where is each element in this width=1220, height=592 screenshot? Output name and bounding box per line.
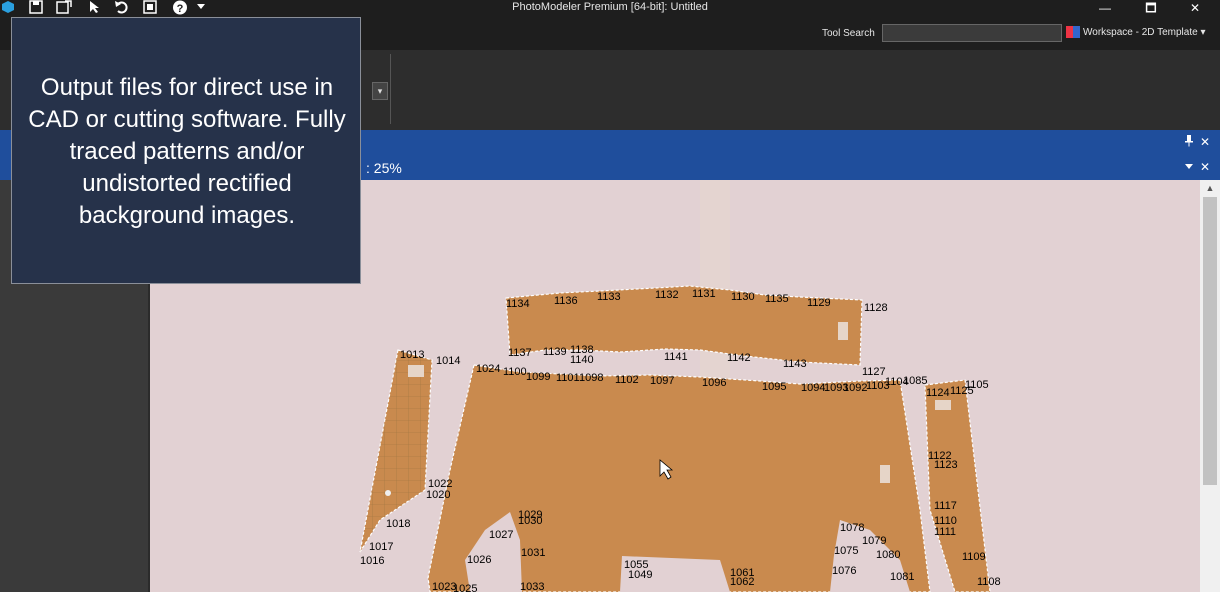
point-label: 1092 <box>843 382 867 394</box>
point-label: 1017 <box>369 541 393 553</box>
doc-menu-chevron-icon[interactable] <box>1184 160 1194 174</box>
zoom-label: : 25% <box>366 160 402 176</box>
point-label: 1111 <box>934 526 956 538</box>
point-label: 1027 <box>489 529 513 541</box>
app-logo-icon[interactable] <box>0 0 16 15</box>
point-label: 1140 <box>570 354 594 366</box>
point-label: 1117 <box>934 500 957 512</box>
point-label: 1098 <box>579 372 603 384</box>
point-label: 1024 <box>476 363 500 375</box>
save-icon[interactable] <box>28 0 44 15</box>
point-label: 1130 <box>731 291 755 303</box>
point-label: 1134 <box>506 298 530 310</box>
point-label: 1026 <box>467 554 491 566</box>
scroll-up-arrow-icon[interactable]: ▲ <box>1203 182 1217 194</box>
point-label: 1078 <box>840 522 864 534</box>
point-label: 1014 <box>436 355 460 367</box>
svg-text:?: ? <box>177 3 184 15</box>
help-icon[interactable]: ? <box>172 0 188 15</box>
point-label: 1142 <box>727 352 751 364</box>
point-label: 1139 <box>543 346 567 358</box>
point-label: 1018 <box>386 518 410 530</box>
close-button[interactable]: ✕ <box>1180 0 1210 17</box>
scrollbar-thumb[interactable] <box>1203 197 1217 485</box>
point-label: 1095 <box>762 381 786 393</box>
point-label: 1141 <box>664 351 688 363</box>
point-label: 1105 <box>965 379 989 391</box>
point-label: 1097 <box>650 375 674 387</box>
point-label: 1132 <box>655 289 679 301</box>
doc-close-button[interactable]: ✕ <box>1200 160 1210 174</box>
chevron-down-icon[interactable] <box>193 0 209 15</box>
point-label: 1127 <box>862 366 886 378</box>
point-label: 1076 <box>832 565 856 577</box>
point-label: 1100 <box>503 366 527 378</box>
point-label: 1096 <box>702 377 726 389</box>
point-label: 1085 <box>903 375 927 387</box>
point-label: 1143 <box>783 358 807 370</box>
point-label: 1101 <box>556 372 580 384</box>
point-label: 1025 <box>453 583 477 592</box>
pin-icon[interactable] <box>1184 135 1194 150</box>
point-label: 1135 <box>765 293 789 305</box>
point-label: 1128 <box>864 302 888 314</box>
point-label: 1020 <box>426 489 450 501</box>
layout-icon[interactable] <box>142 0 158 15</box>
maximize-button[interactable]: 🗖 <box>1136 0 1166 17</box>
point-label: 1109 <box>962 551 986 563</box>
point-label: 1075 <box>834 545 858 557</box>
point-label: 1108 <box>977 576 1001 588</box>
point-label: 1081 <box>890 571 914 583</box>
undo-icon[interactable] <box>114 0 130 15</box>
point-label: 1099 <box>526 371 550 383</box>
point-label: 1079 <box>862 535 886 547</box>
ribbon-separator <box>390 54 391 124</box>
point-label: 1033 <box>520 581 544 592</box>
workspace-selector[interactable]: Workspace - 2D Template ▾ <box>1066 24 1206 42</box>
point-label: 1080 <box>876 549 900 561</box>
tooltip-text: Output files for direct use in CAD or cu… <box>28 74 346 229</box>
point-label: 1136 <box>554 295 578 307</box>
point-label: 1031 <box>521 547 545 559</box>
point-label: 1129 <box>807 297 831 309</box>
point-label: 1013 <box>400 349 424 361</box>
workspace-icon <box>1066 26 1080 39</box>
point-label: 1062 <box>730 576 754 588</box>
workspace-label: Workspace - 2D Template <box>1083 27 1198 38</box>
tool-search-label: Tool Search <box>822 28 875 39</box>
tool-search-input[interactable] <box>882 24 1062 42</box>
chevron-down-icon: ▾ <box>1197 27 1206 38</box>
panel-close-button[interactable]: ✕ <box>1200 135 1210 149</box>
point-label: 1124 <box>926 387 950 399</box>
point-label: 1133 <box>597 291 621 303</box>
point-label: 1094 <box>801 382 825 394</box>
point-label: 1102 <box>615 374 639 386</box>
point-label: 1049 <box>628 569 652 581</box>
point-label: 1131 <box>692 288 716 300</box>
point-label: 1137 <box>508 347 532 359</box>
point-label: 1030 <box>518 515 542 527</box>
pointer-icon[interactable] <box>86 0 102 15</box>
feature-tooltip: Output files for direct use in CAD or cu… <box>11 17 361 284</box>
point-label: 1123 <box>934 459 958 471</box>
save-as-icon[interactable] <box>56 0 72 15</box>
point-label: 1016 <box>360 555 384 567</box>
ribbon-dropdown-button[interactable]: ▾ <box>372 82 388 100</box>
minimize-button[interactable]: — <box>1090 0 1120 17</box>
